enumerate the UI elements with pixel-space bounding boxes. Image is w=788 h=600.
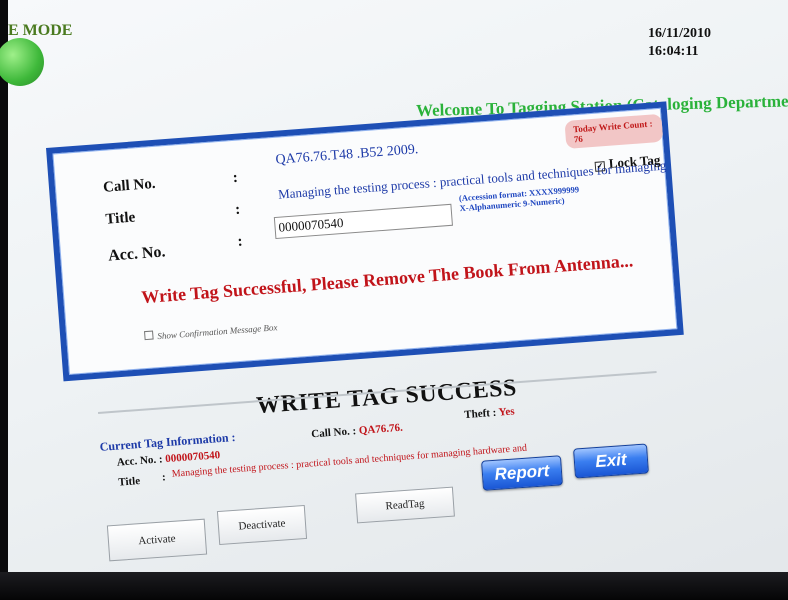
info-theft-value: Yes (498, 405, 515, 419)
checkbox-unchecked-icon (144, 330, 154, 341)
lock-tag-label: Lock Tag (608, 151, 661, 171)
theft-info: Theft : Yes (464, 405, 515, 421)
call-no-info: Call No. : QA76.76. (311, 422, 403, 441)
today-write-count-badge: Today Write Count : 76 (564, 113, 664, 149)
call-no-colon: : (232, 169, 239, 187)
exit-button[interactable]: Exit (573, 443, 649, 479)
info-theft-label: Theft : (463, 406, 497, 422)
show-confirmation-checkbox[interactable]: Show Confirmation Message Box (144, 321, 278, 342)
acc-no-label: Acc. No. (107, 243, 167, 265)
deactivate-button[interactable]: Deactivate (216, 504, 308, 546)
date-display: 16/11/2010 (648, 26, 712, 41)
activate-button[interactable]: Activate (106, 518, 208, 562)
monitor-bezel (0, 572, 788, 600)
accession-format-hint: (Accession format: XXXX999999 X-Alphanum… (459, 184, 581, 213)
status-indicator-icon (0, 38, 44, 86)
title-colon: : (234, 201, 241, 218)
info-acc-value: 0000070540 (164, 449, 221, 466)
acc-no-input[interactable]: 0000070540 (273, 203, 453, 240)
call-no-label: Call No. (102, 175, 157, 196)
title-label: Title (104, 209, 136, 228)
info-title-value: Managing the testing process : practical… (171, 442, 528, 480)
checkbox-checked-icon: ✓ (594, 161, 606, 172)
report-button[interactable]: Report (481, 455, 563, 491)
info-call-value: QA76.76. (358, 421, 404, 437)
info-acc-label: Acc. No. : (116, 453, 164, 469)
info-call-label: Call No. : (310, 425, 357, 441)
time-display: 16:04:11 (648, 44, 699, 59)
call-no-value: QA76.76.T48 .B52 2009. (275, 142, 419, 168)
info-title-colon: : (161, 471, 167, 484)
app-window: E MODE 16/11/2010 16:04:11 Welcome To Ta… (0, 0, 788, 600)
show-confirmation-label: Show Confirmation Message Box (157, 322, 278, 342)
acc-no-colon: : (236, 233, 244, 250)
tag-write-panel: Today Write Count : 76 Call No. : QA76.7… (46, 101, 684, 382)
status-message: Write Tag Successful, Please Remove The … (140, 250, 634, 308)
info-title-label: Title (117, 475, 141, 489)
app-screen: E MODE 16/11/2010 16:04:11 Welcome To Ta… (0, 0, 788, 600)
